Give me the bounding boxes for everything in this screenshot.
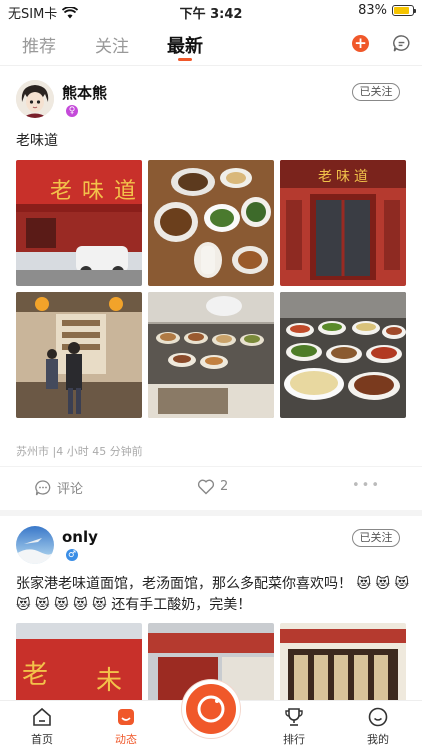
like-count: 2 xyxy=(220,479,229,494)
male-icon: ♂ xyxy=(66,549,78,561)
follow-button[interactable]: 已关注 xyxy=(352,83,400,101)
avatar[interactable] xyxy=(16,80,54,118)
top-tab-bar: 推荐 关注 最新 + xyxy=(0,22,422,66)
svg-text:未: 未 xyxy=(96,666,122,696)
post-actions: 评论 2 ••• xyxy=(0,466,422,506)
tab-recommend[interactable]: 推荐 xyxy=(22,32,56,57)
tab-home[interactable]: 首页 xyxy=(12,706,72,747)
shop-sign-text: 老味道 xyxy=(50,179,142,204)
username[interactable]: 熊本熊 xyxy=(62,82,107,103)
home-icon xyxy=(33,707,51,726)
tab-latest[interactable]: 最新 xyxy=(167,32,203,58)
post-card: only ♂ 已关注 张家港老味道面馆，老汤面馆，那么多配菜你喜欢吗！ 😻 😻 … xyxy=(0,516,422,700)
comment-icon xyxy=(35,479,51,495)
comment-button[interactable]: 评论 xyxy=(34,478,83,497)
camera-icon xyxy=(197,695,225,723)
heart-icon xyxy=(197,479,215,495)
photo-thumbnail[interactable]: 老味道 xyxy=(16,160,142,286)
like-button[interactable]: 2 xyxy=(197,478,228,495)
photo-thumbnail[interactable] xyxy=(280,623,406,700)
photo-thumbnail[interactable] xyxy=(16,292,142,418)
more-icon[interactable]: ••• xyxy=(352,478,381,493)
female-icon: ♀ xyxy=(66,105,78,117)
photo-thumbnail[interactable] xyxy=(280,292,406,418)
tab-feed-label: 动态 xyxy=(115,733,137,746)
post-card: 熊本熊 ♀ 已关注 老味道 老味道 老味道 苏州市 |4 小时 45 分钟前 评… xyxy=(0,66,422,510)
comment-label: 评论 xyxy=(57,482,84,497)
avatar[interactable] xyxy=(16,526,54,564)
add-post-button[interactable]: + xyxy=(352,35,369,52)
post-text: 张家港老味道面馆，老汤面馆，那么多配菜你喜欢吗！ 😻 😻 😻 😻 😻 😻 😻 😻… xyxy=(16,576,410,613)
tab-home-label: 首页 xyxy=(31,733,53,746)
photo-thumbnail[interactable]: 老 未 xyxy=(16,623,142,700)
active-tab-indicator xyxy=(178,58,192,61)
feed-icon xyxy=(118,709,134,725)
trophy-icon xyxy=(285,708,303,726)
profile-icon xyxy=(368,707,388,727)
photo-thumbnail[interactable]: 老味道 xyxy=(280,160,406,286)
tab-ranking-label: 排行 xyxy=(283,733,305,746)
svg-text:老: 老 xyxy=(22,660,48,690)
status-bar: 无SIM卡 下午 3:42 83% xyxy=(0,0,422,22)
photo-thumbnail[interactable] xyxy=(148,292,274,418)
follow-button[interactable]: 已关注 xyxy=(352,529,400,547)
tab-profile[interactable]: 我的 xyxy=(348,706,408,747)
photo-grid: 老味道 老味道 xyxy=(16,160,407,418)
photo-thumbnail[interactable] xyxy=(148,160,274,286)
tab-profile-label: 我的 xyxy=(367,733,389,746)
tab-feed[interactable]: 动态 xyxy=(96,706,156,747)
message-icon[interactable] xyxy=(392,34,411,53)
tab-following[interactable]: 关注 xyxy=(95,32,129,57)
camera-button[interactable] xyxy=(182,680,240,738)
battery-icon xyxy=(392,5,416,16)
battery-percent: 83% xyxy=(358,3,387,18)
tab-ranking[interactable]: 排行 xyxy=(264,706,324,747)
post-location-time: 苏州市 |4 小时 45 分钟前 xyxy=(16,445,143,458)
post-text: 老味道 xyxy=(16,133,58,149)
username[interactable]: only xyxy=(62,528,98,546)
shop-sign-text: 老味道 xyxy=(318,169,372,185)
